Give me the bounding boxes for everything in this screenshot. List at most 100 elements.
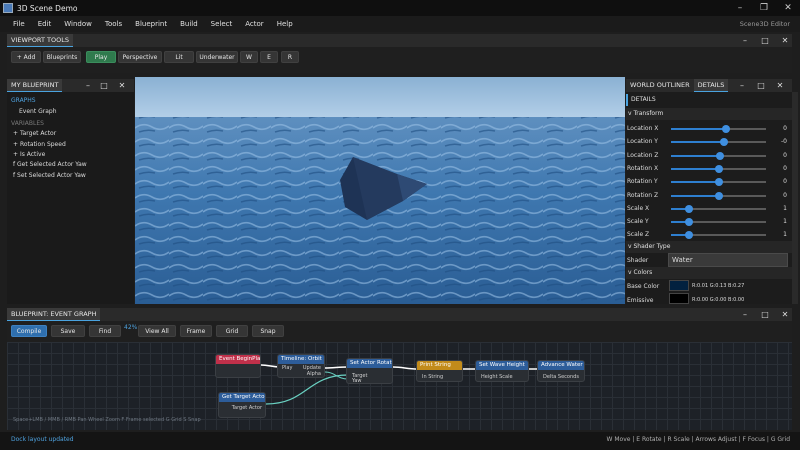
pin-yaw[interactable]: Yaw [352,378,362,384]
close-icon[interactable]: ✕ [776,0,800,16]
pin-play[interactable]: Play [282,365,292,371]
node-set-wave-height[interactable]: Set Wave Height Height Scale [475,360,529,382]
blueprint-graph-canvas[interactable]: Event BeginPlay Timeline: Orbit Play Upd… [7,342,792,430]
slider-knob[interactable] [714,164,723,173]
panel-minimize-icon[interactable]: – [733,79,751,92]
tab-details[interactable]: DETAILS [693,79,729,92]
panel-maximize-icon[interactable]: □ [756,34,774,47]
perspective-button[interactable]: Perspective [118,51,162,63]
compile-button[interactable]: Compile [11,325,47,337]
menu-build[interactable]: Build [180,20,198,28]
minimize-icon[interactable]: – [728,0,752,16]
panel-maximize-icon[interactable]: □ [756,308,774,321]
slider-knob[interactable] [722,125,731,133]
find-button[interactable]: Find [89,325,121,337]
menu-blueprint[interactable]: Blueprint [135,20,167,28]
property-slider[interactable] [671,164,766,173]
menu-bar: File Edit Window Tools Blueprint Build S… [0,16,800,32]
transform-section[interactable]: v Transform [626,108,792,120]
play-button[interactable]: Play [86,51,116,63]
node-advance-water[interactable]: Advance Water Si Delta Seconds [537,360,585,382]
restore-icon[interactable]: ❐ [752,0,776,16]
brand-label: Scene3D Editor [739,20,790,28]
scale-mode-button[interactable]: R [281,51,299,63]
slider-knob[interactable] [716,151,725,160]
tab-world-outliner[interactable]: WORLD OUTLINER [626,79,694,92]
add-button[interactable]: + Add [11,51,41,63]
emissive-swatch[interactable] [669,293,689,304]
function-item[interactable]: f Set Selected Actor Yaw [13,172,86,179]
property-slider[interactable] [671,218,766,227]
panel-close-icon[interactable]: ✕ [771,79,789,92]
property-slider[interactable] [671,151,766,160]
panel-close-icon[interactable]: ✕ [776,34,794,47]
menu-help[interactable]: Help [277,20,293,28]
panel-close-icon[interactable]: ✕ [776,308,794,321]
property-slider[interactable] [671,125,766,133]
menu-edit[interactable]: Edit [38,20,52,28]
property-value: 0 [783,191,787,199]
snap-button[interactable]: Snap [252,325,284,337]
tab-event-graph[interactable]: BLUEPRINT: EVENT GRAPH [7,308,101,321]
node-title: Set Actor Rotation [347,359,392,368]
property-slider[interactable] [671,178,766,187]
panel-maximize-icon[interactable]: □ [752,79,770,92]
pin-in-string[interactable]: In String [422,374,443,380]
details-scrollbar[interactable] [792,92,798,304]
variable-item[interactable]: + Is Active [13,151,45,158]
property-slider[interactable] [671,138,766,147]
panel-maximize-icon[interactable]: □ [95,79,113,92]
property-slider[interactable] [671,191,766,200]
colors-section[interactable]: v Colors [626,267,792,279]
frame-button[interactable]: Frame [180,325,212,337]
menu-actor[interactable]: Actor [245,20,263,28]
variable-item[interactable]: + Target Actor [13,130,56,137]
scene-viewport[interactable] [135,77,625,304]
move-mode-button[interactable]: W [240,51,258,63]
slider-knob[interactable] [685,231,694,240]
rotate-mode-button[interactable]: E [260,51,278,63]
pin-alpha[interactable]: Alpha [307,371,321,377]
menu-window[interactable]: Window [64,20,92,28]
lit-button[interactable]: Lit [164,51,194,63]
shader-type-section[interactable]: v Shader Type [626,241,792,253]
property-row: Location X 0 [626,122,792,135]
pin-delta-seconds[interactable]: Delta Seconds [543,374,579,380]
node-get-target-actor[interactable]: Get Target Actor Target Actor [218,392,266,418]
pin-target-actor[interactable]: Target Actor [232,405,262,411]
event-graph-item[interactable]: Event Graph [19,108,57,115]
panel-minimize-icon[interactable]: – [736,308,754,321]
node-timeline-orbit[interactable]: Timeline: Orbit Play Update Alpha [277,354,325,378]
base-color-swatch[interactable] [669,280,689,291]
node-print-string[interactable]: Print String In String [416,360,463,382]
node-event-beginplay[interactable]: Event BeginPlay [215,354,261,378]
underwater-button[interactable]: Underwater [196,51,238,63]
variable-item[interactable]: + Rotation Speed [13,141,66,148]
slider-knob[interactable] [720,138,729,147]
menu-file[interactable]: File [13,20,25,28]
pin-height-scale[interactable]: Height Scale [481,374,513,380]
tab-viewport-tools[interactable]: VIEWPORT TOOLS [7,34,73,47]
slider-knob[interactable] [714,178,723,187]
event-graph-header: BLUEPRINT: EVENT GRAPH – □ ✕ [7,308,792,321]
slider-knob[interactable] [685,218,694,227]
save-button[interactable]: Save [51,325,85,337]
panel-minimize-icon[interactable]: – [736,34,754,47]
panel-close-icon[interactable]: ✕ [113,79,131,92]
function-item[interactable]: f Get Selected Actor Yaw [13,161,87,168]
view-all-button[interactable]: View All [138,325,176,337]
blueprints-button[interactable]: Blueprints [43,51,81,63]
slider-knob[interactable] [714,191,723,200]
menu-tools[interactable]: Tools [105,20,122,28]
grid-button[interactable]: Grid [216,325,248,337]
property-value: 0 [783,125,787,132]
property-slider[interactable] [671,204,766,213]
node-set-actor-rotation[interactable]: Set Actor Rotation Target Yaw [346,358,393,384]
shader-select[interactable]: Water [668,253,788,267]
property-slider[interactable] [671,231,766,240]
property-label: Scale Z [627,231,650,239]
right-panel-header: WORLD OUTLINER DETAILS – □ ✕ [626,79,792,92]
tab-my-blueprint[interactable]: MY BLUEPRINT [7,79,63,92]
menu-select[interactable]: Select [211,20,233,28]
slider-knob[interactable] [685,204,694,213]
